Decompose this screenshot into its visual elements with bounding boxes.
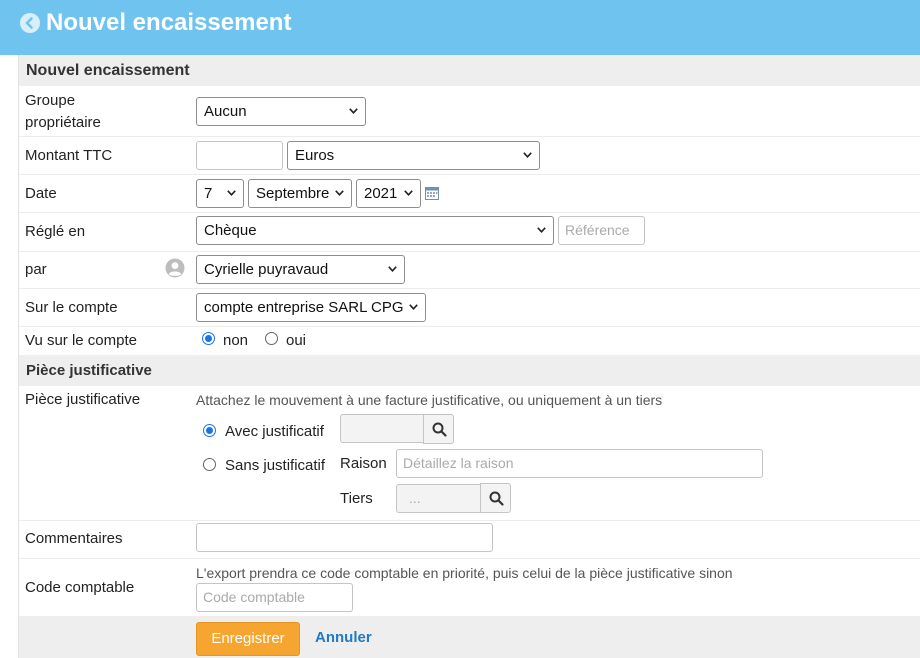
- payment-method-select[interactable]: Chèque: [196, 216, 554, 245]
- chevron-down-icon: [409, 304, 418, 310]
- section-header-piece: Pièce justificative: [19, 355, 920, 386]
- date-year-select[interactable]: 2021: [356, 179, 421, 208]
- vu-oui-radio[interactable]: [265, 332, 278, 345]
- row-divider: [19, 288, 920, 289]
- user-icon: [165, 258, 185, 278]
- groupe-select-value: Aucun: [204, 103, 247, 120]
- sans-justificatif-label: Sans justificatif: [225, 457, 326, 474]
- date-label: Date: [25, 185, 57, 202]
- par-user-select[interactable]: Cyrielle puyravaud: [196, 255, 405, 284]
- row-divider: [19, 174, 920, 175]
- date-day-select[interactable]: 7: [196, 179, 244, 208]
- tiers-input[interactable]: ...: [396, 484, 481, 513]
- vu-label: Vu sur le compte: [25, 332, 137, 349]
- account-select[interactable]: compte entreprise SARL CPG: [196, 293, 426, 322]
- page-title: Nouvel encaissement: [46, 9, 292, 36]
- code-hint: L'export prendra ce code comptable en pr…: [196, 565, 733, 581]
- chevron-down-icon: [404, 190, 413, 196]
- montant-input[interactable]: [196, 141, 283, 170]
- code-comptable-input[interactable]: Code comptable: [196, 583, 353, 612]
- back-arrow-icon[interactable]: [20, 13, 40, 33]
- justificatif-search-button[interactable]: [423, 414, 454, 444]
- date-year-value: 2021: [364, 185, 398, 202]
- justificatif-input[interactable]: [340, 414, 424, 443]
- chevron-down-icon: [523, 152, 532, 158]
- raison-input[interactable]: Détaillez la raison: [396, 449, 763, 478]
- save-button[interactable]: Enregistrer: [196, 622, 300, 656]
- avec-justificatif-radio[interactable]: [203, 424, 216, 437]
- vu-non-radio[interactable]: [202, 332, 215, 345]
- row-divider: [19, 212, 920, 213]
- piece-label: Pièce justificative: [25, 391, 141, 408]
- commentaires-label: Commentaires: [25, 530, 123, 547]
- section-title-main: Nouvel encaissement: [26, 62, 190, 79]
- par-user-value: Cyrielle puyravaud: [204, 261, 329, 278]
- piece-hint: Attachez le mouvement à une facture just…: [196, 392, 663, 408]
- currency-select[interactable]: Euros: [287, 141, 540, 170]
- code-label: Code comptable: [25, 579, 135, 596]
- compte-label: Sur le compte: [25, 299, 118, 316]
- chevron-down-icon: [335, 190, 344, 196]
- row-divider: [19, 136, 920, 137]
- par-label: par: [25, 261, 47, 278]
- currency-select-value: Euros: [295, 147, 335, 164]
- payment-method-value: Chèque: [204, 222, 257, 239]
- groupe-label-line1: Groupe: [25, 92, 76, 109]
- date-month-select[interactable]: Septembre: [248, 179, 352, 208]
- groupe-select[interactable]: Aucun: [196, 97, 366, 126]
- row-divider: [19, 520, 920, 521]
- groupe-label-line2: propriétaire: [25, 114, 101, 131]
- regle-label: Réglé en: [25, 223, 86, 240]
- commentaires-input[interactable]: [196, 523, 493, 552]
- calendar-icon[interactable]: [425, 186, 439, 200]
- date-day-value: 7: [204, 185, 213, 202]
- raison-label: Raison: [340, 455, 387, 472]
- cancel-link[interactable]: Annuler: [315, 629, 372, 646]
- chevron-down-icon: [388, 266, 397, 272]
- form-actions-bar: [19, 616, 920, 658]
- date-month-value: Septembre: [256, 185, 330, 202]
- chevron-down-icon: [349, 108, 358, 114]
- sans-justificatif-radio[interactable]: [203, 458, 216, 471]
- vu-oui-label: oui: [286, 332, 307, 349]
- montant-label: Montant TTC: [25, 147, 113, 164]
- row-divider: [19, 326, 920, 327]
- chevron-down-icon: [227, 190, 236, 196]
- tiers-label: Tiers: [340, 490, 373, 507]
- tiers-search-button[interactable]: [480, 483, 511, 513]
- section-title-piece: Pièce justificative: [26, 362, 152, 379]
- search-icon: [489, 491, 504, 506]
- search-icon: [432, 422, 447, 437]
- row-divider: [19, 251, 920, 252]
- chevron-down-icon: [537, 227, 546, 233]
- row-divider: [19, 558, 920, 559]
- header-bar: Nouvel encaissement: [0, 0, 920, 55]
- reference-input[interactable]: Référence: [558, 216, 645, 245]
- account-value: compte entreprise SARL CPG: [204, 299, 404, 316]
- avec-justificatif-label: Avec justificatif: [225, 423, 324, 440]
- section-header-main: Nouvel encaissement: [19, 55, 920, 86]
- vu-non-label: non: [223, 332, 249, 349]
